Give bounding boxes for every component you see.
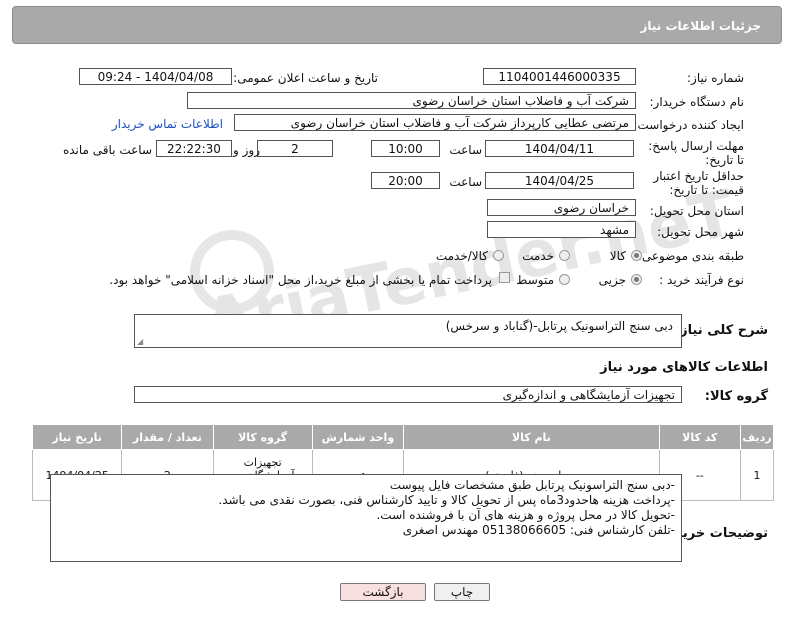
validity-time-label: ساعت <box>449 175 482 189</box>
notes-line: -تلفن کارشناس فنی: 05138066605 مهندس اصغ… <box>402 523 675 537</box>
buyer-org-field: شرکت آب و فاضلاب استان خراسان رضوی <box>187 92 636 109</box>
category-option-service: خدمت <box>522 249 554 263</box>
purchase-type-label: نوع فرآیند خرید : <box>659 273 744 287</box>
col-header-unit: واحد شمارش <box>311 424 405 450</box>
goods-group-label: گروه کالا: <box>704 389 768 404</box>
resize-grip-icon: ◢ <box>137 337 144 346</box>
description-textarea: دبی سنج التراسونیک پرتابل-(گناباد و سرخس… <box>134 314 682 348</box>
delivery-province-field: خراسان رضوی <box>487 199 636 216</box>
need-number-field: 1104001446000335 <box>483 68 636 85</box>
notes-line: -تحویل کالا در محل پروژه و هزینه های آن … <box>376 508 675 522</box>
description-label: شرح کلی نیاز: <box>674 323 768 338</box>
cell-row-num: 1 <box>739 449 775 501</box>
buyer-org-label: نام دستگاه خریدار: <box>649 95 745 109</box>
category-radio-both[interactable] <box>493 250 504 261</box>
col-header-name: نام کالا <box>403 424 660 450</box>
purchase-option-medium: متوسط <box>516 273 554 287</box>
notes-line: -پرداخت هزینه هاحدود3ماه پس از تحویل کال… <box>218 493 675 507</box>
category-radio-service[interactable] <box>559 250 570 261</box>
announce-datetime-label: تاریخ و ساعت اعلان عمومی: <box>233 71 378 85</box>
reply-deadline-label: مهلت ارسال پاسخ: تا تاریخ: <box>648 139 744 167</box>
payment-note: پرداخت تمام یا بخشی از مبلغ خرید،از محل … <box>109 273 492 287</box>
purchase-radio-medium[interactable] <box>559 274 570 285</box>
validity-time-field: 20:00 <box>371 172 440 189</box>
category-option-both: کالا/خدمت <box>435 249 488 263</box>
back-button[interactable]: بازگشت <box>340 583 426 601</box>
validity-date-field: 1404/04/25 <box>485 172 634 189</box>
page-title: جزئیات اطلاعات نیاز <box>640 19 761 33</box>
hours-left-label: ساعت باقی مانده <box>62 143 152 157</box>
print-button[interactable]: چاپ <box>434 583 490 601</box>
reply-date-field: 1404/04/11 <box>485 140 634 157</box>
col-header-row-num: ردیف <box>739 424 775 450</box>
requester-field: مرتضی عطایی کارپرداز شرکت آب و فاضلاب اس… <box>234 114 636 131</box>
reply-time-field: 10:00 <box>371 140 440 157</box>
delivery-city-field: مشهد <box>487 221 636 238</box>
delivery-province-label: استان محل تحویل: <box>649 204 744 218</box>
remaining-time-field: 22:22:30 <box>156 140 232 157</box>
category-option-goods: کالا <box>609 249 626 263</box>
buyer-notes-textarea: -دبی سنج التراسونیک پرتابل طبق مشخصات فا… <box>50 474 682 562</box>
reply-time-label: ساعت <box>449 143 482 157</box>
delivery-city-label: شهر محل تحویل: <box>657 225 744 239</box>
purchase-radio-minor[interactable] <box>631 274 642 285</box>
need-details-page: AriaTender.neT جزئیات اطلاعات نیاز شماره… <box>0 0 788 619</box>
days-and-label: روز و <box>233 143 260 157</box>
table-header-row: ردیف کد کالا نام کالا واحد شمارش گروه کا… <box>31 424 775 450</box>
description-text: دبی سنج التراسونیک پرتابل-(گناباد و سرخس… <box>445 319 673 333</box>
treasury-payment-checkbox[interactable] <box>499 272 510 283</box>
category-radio-goods[interactable] <box>631 250 642 261</box>
notes-line: -دبی سنج التراسونیک پرتابل طبق مشخصات فا… <box>389 478 675 492</box>
watermark-logo-icon <box>190 230 274 314</box>
col-header-quantity: تعداد / مقدار <box>121 424 214 450</box>
goods-group-field: تجهیزات آزمایشگاهی و اندازه‌گیری <box>134 386 682 403</box>
buyer-contact-link[interactable]: اطلاعات تماس خریدار <box>112 117 223 131</box>
need-number-label: شماره نیاز: <box>687 71 744 85</box>
announce-datetime-field: 1404/04/08 - 09:24 <box>79 68 232 85</box>
page-header: جزئیات اطلاعات نیاز <box>12 6 782 44</box>
col-header-code: کد کالا <box>658 424 741 450</box>
reply-days-field: 2 <box>257 140 333 157</box>
price-validity-label: حداقل تاریخ اعتبار قیمت: تا تاریخ: <box>653 169 744 197</box>
goods-info-heading: اطلاعات کالاهای مورد نیاز <box>600 360 768 375</box>
col-header-need-date: تاریخ نیاز <box>31 424 123 450</box>
category-label: طبقه بندی موضوعی: <box>637 249 744 263</box>
col-header-group: گروه کالا <box>212 424 313 450</box>
requester-label: ایجاد کننده درخواست: <box>633 118 744 132</box>
purchase-option-minor: جزیی <box>598 273 626 287</box>
